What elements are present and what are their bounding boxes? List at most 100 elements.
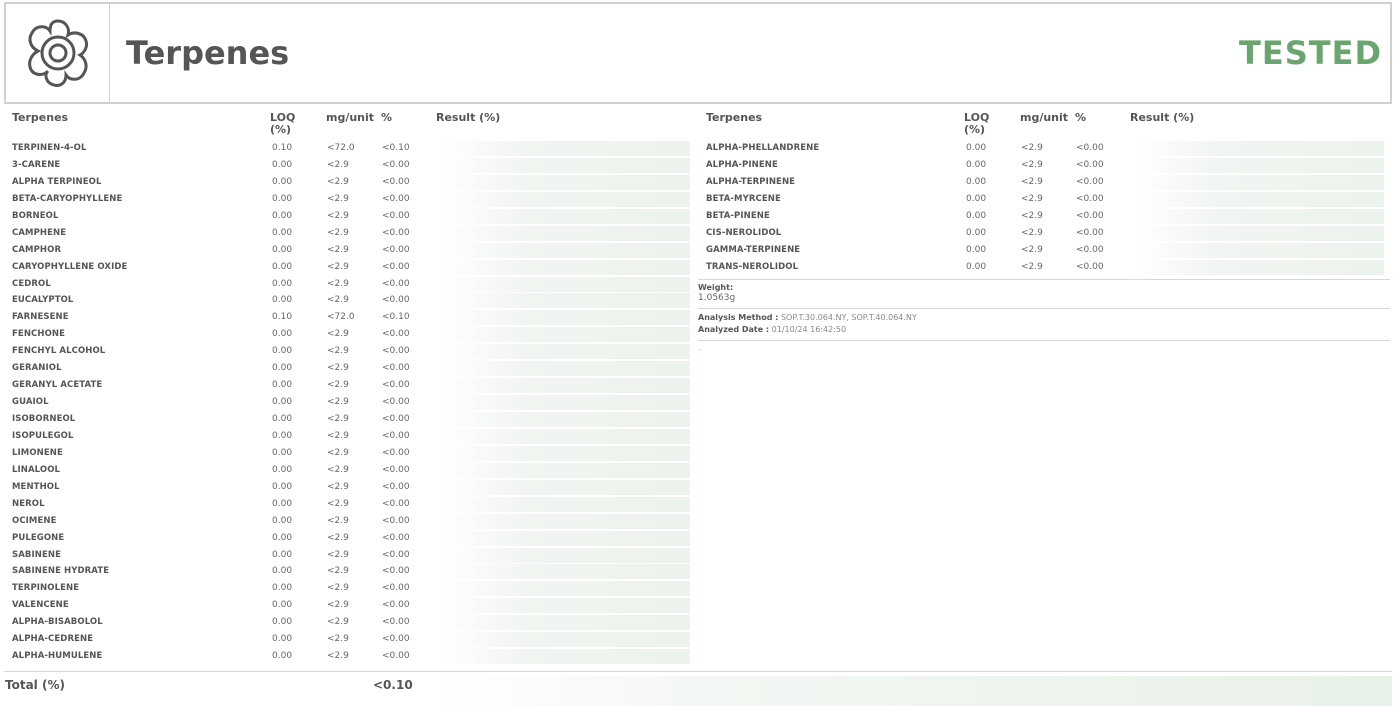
loq-value: 0.00 (272, 346, 293, 357)
table-row: ALPHA-CEDRENE 0.00 <2.9 <0.00 (12, 631, 692, 648)
mg-unit-value: <2.9 (1021, 159, 1043, 170)
table-row: ALPHA-PINENE 0.00 <2.9 <0.00 (706, 157, 1386, 174)
table-row: FENCHYL ALCOHOL 0.00 <2.9 <0.00 (12, 343, 692, 360)
loq-value: 0.10 (272, 143, 293, 153)
table-row: MENTHOL 0.00 <2.9 <0.00 (12, 479, 692, 496)
analyte-name: OCIMENE (12, 515, 57, 526)
mg-unit-value: <2.9 (327, 363, 349, 374)
mg-unit-value: <2.9 (327, 481, 349, 492)
result-bar (438, 547, 690, 563)
result-bar (438, 428, 690, 444)
analyte-name: GERANIOL (12, 363, 62, 374)
loq-value: 0.00 (966, 193, 987, 204)
right-rows: ALPHA-PHELLANDRENE 0.00 <2.9 <0.00 ALPHA-PIN… (706, 140, 1386, 276)
loq-value: 0.00 (272, 583, 293, 594)
mg-unit-value: <2.9 (327, 617, 349, 628)
mg-unit-value: <2.9 (327, 414, 349, 424)
percent-value: <0.00 (382, 532, 410, 543)
loq-value: 0.00 (272, 430, 293, 441)
loq-value: 0.00 (272, 617, 293, 628)
mg-unit-value: <2.9 (327, 397, 349, 408)
table-row: CAMPHOR 0.00 <2.9 <0.00 (12, 242, 692, 259)
percent-value: <0.00 (1076, 261, 1104, 272)
analysis-method: Analysis Method : SOP.T.30.064.NY, SOP.T… (698, 313, 917, 322)
result-bar (438, 581, 690, 597)
loq-value: 0.00 (272, 210, 293, 221)
column-header-name: Terpenes (706, 111, 763, 124)
percent-value: <0.00 (382, 617, 410, 628)
analysis-method-label: Analysis Method : (698, 313, 779, 322)
table-row: GAMMA-TERPINENE 0.00 <2.9 <0.00 (706, 242, 1386, 259)
analyte-name: ALPHA-HUMULENE (12, 651, 103, 662)
result-bar (438, 395, 690, 411)
analyte-name: CEDROL (12, 278, 51, 289)
mg-unit-value: <2.9 (327, 549, 349, 560)
mg-unit-value: <2.9 (327, 583, 349, 594)
percent-value: <0.00 (382, 193, 410, 204)
loq-value: 0.00 (966, 261, 987, 272)
result-bar (438, 479, 690, 495)
mg-unit-value: <2.9 (327, 176, 349, 187)
loq-value: 0.00 (966, 143, 987, 153)
loq-value: 0.00 (272, 464, 293, 475)
table-row: ALPHA TERPINEOL 0.00 <2.9 <0.00 (12, 174, 692, 191)
mg-unit-value: <2.9 (327, 244, 349, 255)
table-row: TRANS-NEROLIDOL 0.00 <2.9 <0.00 (706, 259, 1386, 276)
loq-value: 0.00 (966, 227, 987, 238)
analyte-name: ALPHA TERPINEOL (12, 176, 102, 187)
percent-value: <0.10 (382, 143, 410, 153)
analyte-name: LINALOOL (12, 464, 61, 475)
analyte-name: BETA-MYRCENE (706, 193, 781, 204)
loq-value: 0.00 (272, 566, 293, 577)
result-bar (1132, 157, 1384, 173)
result-bar (438, 496, 690, 512)
analyte-name: BETA-PINENE (706, 210, 770, 221)
mg-unit-value: <2.9 (1021, 210, 1043, 221)
result-bar (438, 242, 690, 258)
analyte-name: ISOPULEGOL (12, 430, 74, 441)
percent-value: <0.00 (382, 430, 410, 441)
table-row: FENCHONE 0.00 <2.9 <0.00 (12, 326, 692, 343)
mg-unit-value: <2.9 (327, 210, 349, 221)
footnote: - (698, 345, 701, 354)
column-header-loq: LOQ (%) (964, 111, 990, 136)
result-bar (438, 310, 690, 326)
percent-value: <0.00 (382, 397, 410, 408)
table-row: TERPINOLENE 0.00 <2.9 <0.00 (12, 580, 692, 597)
analyte-name: FENCHYL ALCOHOL (12, 346, 106, 357)
percent-value: <0.00 (382, 549, 410, 560)
mg-unit-value: <2.9 (1021, 244, 1043, 255)
table-row: CEDROL 0.00 <2.9 <0.00 (12, 276, 692, 293)
result-bar (438, 208, 690, 224)
logo-box (6, 4, 110, 102)
percent-value: <0.00 (382, 244, 410, 255)
analyte-name: ALPHA-PHELLANDRENE (706, 143, 820, 153)
mg-unit-value: <72.0 (327, 143, 355, 153)
loq-value: 0.00 (272, 651, 293, 662)
table-row: BORNEOL 0.00 <2.9 <0.00 (12, 208, 692, 225)
mg-unit-value: <2.9 (327, 566, 349, 577)
result-bar (438, 191, 690, 207)
analyte-name: ALPHA-BISABOLOL (12, 617, 103, 628)
mg-unit-value: <2.9 (1021, 193, 1043, 204)
result-bar (438, 412, 690, 427)
analyte-name: ALPHA-CEDRENE (12, 634, 94, 645)
analyte-name: CAMPHENE (12, 227, 67, 238)
analysis-method-value: SOP.T.30.064.NY, SOP.T.40.064.NY (780, 313, 917, 322)
table-row: EUCALYPTOL 0.00 <2.9 <0.00 (12, 292, 692, 309)
table-row: CARYOPHYLLENE OXIDE 0.00 <2.9 <0.00 (12, 259, 692, 276)
column-header-pct: % (381, 111, 393, 124)
result-bar (1132, 242, 1384, 258)
result-bar (438, 649, 690, 665)
mg-unit-value: <2.9 (327, 447, 349, 458)
mg-unit-value: <2.9 (327, 600, 349, 611)
loq-value: 0.00 (272, 498, 293, 509)
table-row: ALPHA-PHELLANDRENE 0.00 <2.9 <0.00 (706, 140, 1386, 157)
analyte-name: GERANYL ACETATE (12, 380, 103, 391)
result-bar (1132, 174, 1384, 190)
loq-value: 0.00 (272, 380, 293, 391)
table-row: ISOBORNEOL 0.00 <2.9 <0.00 (12, 411, 692, 428)
result-bar (438, 462, 690, 478)
result-bar (438, 615, 690, 631)
mg-unit-value: <2.9 (327, 278, 349, 289)
